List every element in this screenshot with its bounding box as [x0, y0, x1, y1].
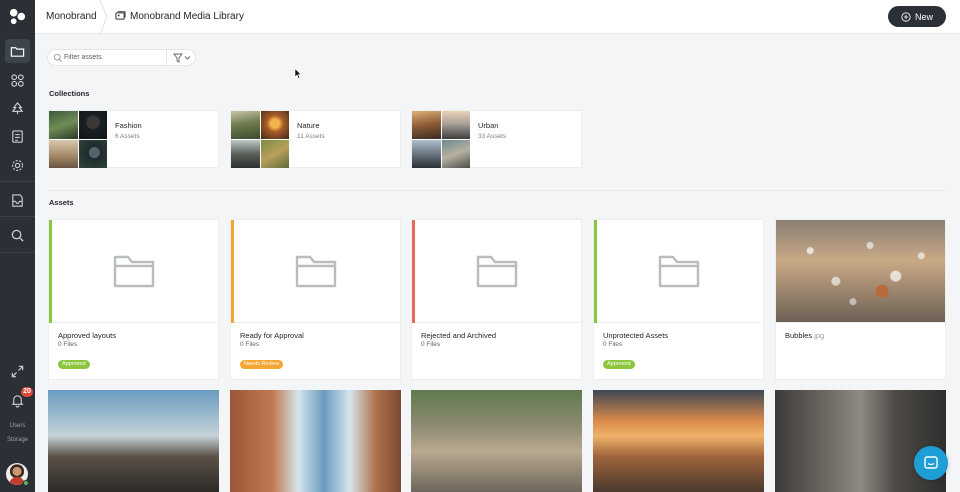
folder-icon	[658, 255, 700, 288]
section-divider	[49, 190, 946, 191]
asset-card-unprotected-assets[interactable]: Unprotected Assets 0 Files Approved	[593, 219, 764, 380]
expand-icon	[11, 365, 24, 377]
asset-file-count: 0 Files	[240, 341, 260, 348]
status-stripe	[412, 220, 415, 323]
sidebar-item-collections[interactable]	[5, 68, 30, 92]
assets-heading: Assets	[49, 198, 74, 207]
users-link[interactable]: Users	[0, 423, 35, 429]
sidebar: 20 Users Storage	[0, 0, 35, 492]
tree-icon	[11, 101, 24, 114]
gear-icon	[11, 159, 24, 171]
asset-file-count: 0 Files	[58, 341, 78, 348]
filter-funnel-icon[interactable]	[173, 53, 191, 63]
sidebar-divider	[0, 252, 35, 253]
mouse-pointer-icon	[294, 68, 302, 79]
collection-thumbnail	[231, 111, 289, 168]
asset-filename: Bubbles	[785, 331, 813, 340]
collection-count: 33 Assets	[478, 133, 507, 140]
filter-divider	[166, 50, 167, 65]
sidebar-item-inbox[interactable]	[5, 188, 30, 212]
filter-bar	[47, 49, 196, 66]
media-library-icon	[115, 11, 126, 20]
search-icon	[11, 229, 24, 242]
collection-count: 6 Assets	[115, 133, 140, 140]
chat-icon	[924, 456, 938, 469]
asset-card-bridge[interactable]	[230, 390, 401, 492]
sidebar-item-search[interactable]	[5, 223, 30, 247]
collections-heading: Collections	[49, 89, 90, 98]
asset-file-extension: .jpg	[812, 331, 825, 340]
asset-preview	[412, 220, 581, 323]
collection-thumbnail	[412, 111, 470, 168]
folder-icon	[295, 255, 337, 288]
collection-count: 11 Assets	[297, 133, 325, 140]
asset-card-bubbles[interactable]: Bubbles.jpg	[775, 219, 946, 380]
status-stripe	[594, 220, 597, 323]
folder-icon	[10, 46, 25, 57]
filter-assets-input[interactable]	[64, 51, 164, 64]
collection-card-fashion[interactable]: Fashion 6 Assets	[48, 110, 219, 168]
folder-icon	[476, 255, 518, 288]
asset-card-city-skyline[interactable]	[48, 390, 219, 492]
sidebar-item-settings[interactable]	[5, 153, 30, 177]
notification-count-badge: 20	[21, 387, 33, 397]
sidebar-divider	[0, 181, 35, 182]
asset-card-street-photographer[interactable]	[411, 390, 582, 492]
asset-name: Unprotected Assets	[603, 331, 669, 340]
sidebar-expand-button[interactable]	[5, 359, 30, 383]
sidebar-item-workflow[interactable]	[5, 96, 30, 120]
asset-card-ready-for-approval[interactable]: Ready for Approval 0 Files Needs Review	[230, 219, 401, 380]
asset-card-venice-sunset[interactable]	[593, 390, 764, 492]
storage-link[interactable]: Storage	[0, 437, 35, 443]
collection-card-nature[interactable]: Nature 11 Assets	[230, 110, 401, 168]
collection-thumbnail	[49, 111, 107, 168]
status-badge: Needs Review	[240, 360, 284, 369]
search-icon	[53, 53, 63, 63]
asset-name: Approved layouts	[58, 331, 116, 340]
online-status-indicator	[23, 480, 29, 486]
collection-card-urban[interactable]: Urban 33 Assets	[411, 110, 582, 168]
sidebar-item-tasks[interactable]	[5, 124, 30, 148]
header-bar: Monobrand Monobrand Media Library New	[35, 0, 960, 34]
folder-icon	[113, 255, 155, 288]
new-button[interactable]: New	[888, 6, 946, 27]
asset-name: Ready for Approval	[240, 331, 304, 340]
asset-name: Rejected and Archived	[421, 331, 497, 340]
chat-support-button[interactable]	[914, 446, 948, 480]
breadcrumb-root[interactable]: Monobrand	[46, 11, 97, 22]
status-badge: Approved	[603, 360, 635, 369]
asset-preview	[231, 220, 400, 323]
asset-file-count: 0 Files	[421, 341, 441, 348]
breadcrumb-separator	[99, 0, 108, 34]
asset-preview	[49, 220, 218, 323]
plus-circle-icon	[901, 11, 911, 22]
grid-shapes-icon	[11, 73, 24, 87]
collection-name: Urban	[478, 121, 499, 130]
asset-name: Bubbles.jpg	[785, 331, 824, 340]
collection-name: Fashion	[115, 121, 142, 130]
asset-card-rejected-and-archived[interactable]: Rejected and Archived 0 Files	[411, 219, 582, 380]
sidebar-item-folders[interactable]	[5, 39, 30, 63]
status-badge: Approved	[58, 360, 90, 369]
asset-image-thumbnail	[776, 220, 945, 323]
sidebar-divider	[0, 216, 35, 217]
asset-preview	[594, 220, 763, 323]
checklist-icon	[12, 129, 23, 143]
inbox-icon	[12, 193, 23, 207]
status-stripe	[49, 220, 52, 323]
page-title: Monobrand Media Library	[130, 11, 244, 22]
monobrand-logo[interactable]	[8, 7, 27, 26]
new-button-label: New	[914, 11, 933, 22]
status-stripe	[231, 220, 234, 323]
collection-name: Nature	[297, 121, 320, 130]
asset-file-count: 0 Files	[603, 341, 623, 348]
asset-card-approved-layouts[interactable]: Approved layouts 0 Files Approved	[48, 219, 219, 380]
